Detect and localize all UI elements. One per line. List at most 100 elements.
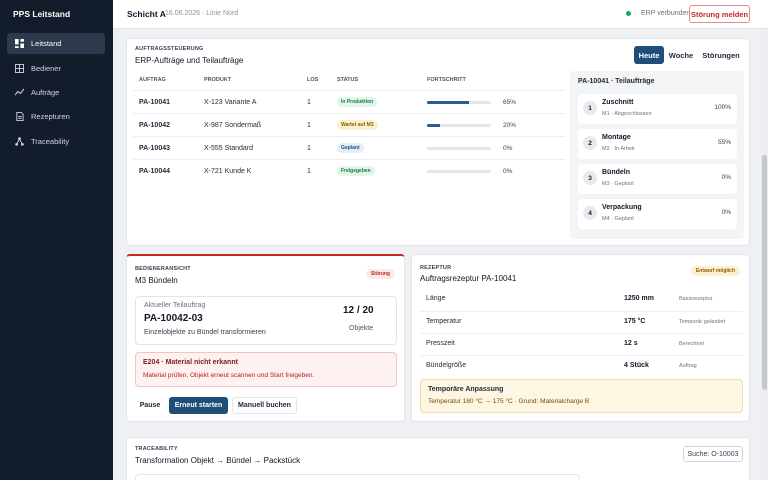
draft-badge: Entwurf möglich (690, 266, 740, 276)
order-lot: 1 (307, 168, 311, 175)
sidebar-item-leitstand[interactable]: Leitstand (7, 33, 105, 54)
adjustment-text: Temperatur 180 °C → 175 °C · Grund: Mate… (428, 398, 590, 405)
step-number: 1 (583, 101, 597, 115)
orders-icon (15, 88, 24, 96)
step-progress: 0% (721, 174, 731, 181)
sidebar: PPS Leitstand Leitstand Bediener Aufträg… (0, 0, 113, 480)
recipe-icon (16, 112, 24, 121)
manual-book-button[interactable]: Manuell buchen (232, 397, 297, 414)
page-scrollbar[interactable] (761, 30, 768, 480)
status-badge: Wartet auf M3 (337, 120, 378, 130)
step-progress: 55% (717, 139, 731, 146)
recipe-param-row[interactable]: Länge 1250 mm Basisrezeptur (420, 289, 743, 311)
tab-faults[interactable]: Störungen (699, 46, 743, 64)
fault-badge: Störung (365, 269, 395, 279)
status-badge: Geplant (337, 143, 364, 153)
step-name: Bündeln (602, 169, 630, 176)
sidebar-item-auftraege[interactable]: Aufträge (7, 82, 105, 103)
param-value: 12 s (624, 340, 638, 347)
section-title: Transformation Objekt → Bündel → Packstü… (135, 456, 301, 465)
order-id: PA-10042 (139, 122, 171, 129)
section-label: AUFTRAGSSTEUERUNG (135, 46, 204, 52)
sidebar-item-rezepturen[interactable]: Rezepturen (7, 106, 105, 127)
erp-status: ERP verbunden (641, 10, 691, 17)
step-number: 2 (583, 136, 597, 150)
param-value: 4 Stück (624, 362, 649, 369)
step-status: M4 · Geplant (602, 216, 634, 222)
tab-today[interactable]: Heute (634, 46, 664, 64)
param-name: Länge (426, 295, 446, 302)
current-subtask-label: Aktueller Teilauftrag (144, 302, 206, 309)
sidebar-item-traceability[interactable]: Traceability (7, 131, 105, 152)
error-title: E204 · Material nicht erkannt (143, 359, 238, 366)
progress-bar (427, 147, 491, 150)
restart-button[interactable]: Erneut starten (169, 397, 228, 414)
param-value: 1250 mm (624, 295, 654, 302)
subtasks-title: PA-10041 · Teilaufträge (578, 78, 655, 85)
column-header: PRODUKT (204, 77, 232, 83)
recipe-card: REZEPTUR Auftragsrezeptur PA-10041 Entwu… (411, 254, 750, 422)
order-id: PA-10044 (139, 168, 171, 175)
step-name: Montage (602, 134, 631, 141)
column-header: AUFTRAG (139, 77, 166, 83)
section-label: REZEPTUR (420, 265, 452, 271)
scrollbar-thumb[interactable] (762, 155, 767, 390)
progress-value: 0% (503, 145, 513, 152)
trace-search-input[interactable]: Suche: O-10003 (683, 446, 743, 462)
current-subtask: Aktueller Teilauftrag PA-10042-03 Einzel… (135, 296, 397, 345)
step-progress: 100% (714, 104, 731, 111)
step-status: M2 · In Arbeit (602, 146, 635, 152)
table-row[interactable]: PA-10043 X-555 Standard 1 Geplant 0% (133, 136, 565, 159)
section-label: BEDIENERANSICHT (135, 266, 191, 272)
subtask-item[interactable]: 1 Zuschnitt M1 · Abgeschlossen 100% (578, 94, 737, 124)
param-note: Basisrezeptur (679, 296, 713, 302)
param-note: Auftrag (679, 363, 697, 369)
order-product: X-555 Standard (204, 145, 254, 152)
recipe-param-row[interactable]: Bündelgröße 4 Stück Auftrag (420, 355, 743, 377)
progress-value: 20% (503, 122, 517, 129)
order-id: PA-10041 (139, 99, 171, 106)
current-subtask-desc: Einzelobjekte zu Bündel transformieren (144, 329, 266, 336)
top-bar: Schicht A 16.06.2026 · Linie Nord ERP ve… (113, 0, 768, 29)
pause-button[interactable]: Pause (135, 397, 165, 414)
temporary-adjustment: Temporäre Anpassung Temperatur 180 °C → … (420, 379, 743, 413)
column-header: FORTSCHRITT (427, 77, 466, 83)
order-id: PA-10043 (139, 145, 171, 152)
section-title: ERP-Aufträge und Teilaufträge (135, 56, 244, 65)
param-note: Temporär geändert (679, 319, 726, 325)
recipe-param-row[interactable]: Presszeit 12 s Berechnet (420, 333, 743, 355)
order-product: X-721 Kunde K (204, 168, 252, 175)
section-label: TRACEABILITY (135, 446, 178, 452)
brand-title: PPS Leitstand (13, 9, 71, 19)
subtask-item[interactable]: 2 Montage M2 · In Arbeit 55% (578, 129, 737, 159)
table-row[interactable]: PA-10044 X-721 Kunde K 1 Freigegeben 0% (133, 159, 565, 182)
sidebar-item-label: Traceability (31, 137, 70, 146)
column-header: STATUS (337, 77, 359, 83)
subtask-item[interactable]: 4 Verpackung M4 · Geplant 0% (578, 199, 737, 229)
step-progress: 0% (721, 209, 731, 216)
object-count-label: Objekte (349, 325, 374, 332)
traceability-icon (15, 137, 24, 146)
order-lot: 1 (307, 99, 311, 106)
step-number: 3 (583, 171, 597, 185)
status-dot-icon (626, 11, 631, 16)
param-value: 175 °C (624, 318, 646, 325)
report-fault-button[interactable]: Störung melden (689, 5, 750, 23)
sidebar-item-bediener[interactable]: Bediener (7, 58, 105, 79)
object-count: 12 / 20 (343, 305, 374, 316)
status-badge: Freigegeben (337, 166, 375, 176)
trace-flow-panel (135, 474, 580, 480)
step-status: M1 · Abgeschlossen (602, 111, 652, 117)
table-row[interactable]: PA-10042 X-987 Sondermaß 1 Wartet auf M3… (133, 113, 565, 136)
sidebar-item-label: Rezepturen (31, 112, 70, 121)
subtask-item[interactable]: 3 Bündeln M3 · Geplant 0% (578, 164, 737, 194)
shift-title: Schicht A (127, 9, 166, 19)
table-row[interactable]: PA-10041 X-123 Variante A 1 In Produktio… (133, 90, 565, 113)
sidebar-item-label: Leitstand (31, 39, 62, 48)
erp-orders-card: AUFTRAGSSTEUERUNG ERP-Aufträge und Teila… (126, 38, 750, 246)
recipe-param-row[interactable]: Temperatur 175 °C Temporär geändert (420, 311, 743, 333)
progress-bar (427, 170, 491, 173)
step-status: M3 · Geplant (602, 181, 634, 187)
tab-week[interactable]: Woche (667, 46, 695, 64)
error-text: Material prüfen, Objekt erneut scannen u… (143, 372, 315, 379)
